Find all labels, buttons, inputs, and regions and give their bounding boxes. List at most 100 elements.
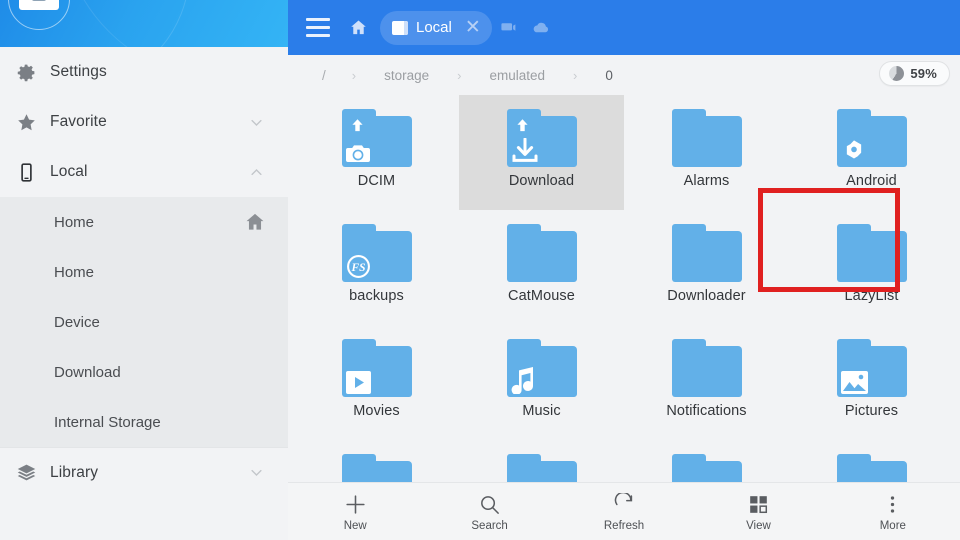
sidebar-item-settings[interactable]: Settings (0, 47, 288, 97)
camera-icon (345, 142, 372, 164)
file-name: Downloader (667, 288, 746, 304)
phone-icon (16, 162, 50, 183)
search-icon (478, 491, 501, 517)
breadcrumb: / › storage › emulated › 0 59% (288, 55, 960, 95)
bottom-label: Search (471, 520, 508, 532)
sidebar-item-local[interactable]: Local (0, 147, 288, 197)
folder-icon (506, 339, 577, 397)
gear-icon (16, 62, 50, 83)
file-name: Pictures (844, 403, 899, 419)
file-item[interactable]: FS backups (294, 210, 459, 325)
file-item[interactable]: CatMouse (459, 210, 624, 325)
refresh-button[interactable]: Refresh (557, 491, 691, 532)
folder-icon (671, 109, 742, 167)
home-icon (244, 211, 266, 233)
breadcrumb-segment[interactable]: / (318, 68, 328, 83)
sidebar-local-children: Home Home Device Download Internal Stora… (0, 197, 288, 447)
pie-chart-icon (889, 66, 905, 81)
grid-view-icon (748, 491, 769, 517)
folder-icon (341, 454, 412, 482)
folder-icon (341, 339, 412, 397)
sidebar-subitem-label: Download (54, 363, 121, 381)
download-icon (511, 138, 539, 164)
folder-icon (506, 224, 577, 282)
folder-icon (671, 454, 742, 482)
refresh-icon (613, 491, 636, 517)
breadcrumb-segment[interactable]: 0 (601, 68, 617, 83)
chevron-down-icon[interactable] (246, 465, 266, 480)
folder-icon (836, 339, 907, 397)
sidebar-item-library[interactable]: Library (0, 447, 288, 497)
file-name: DCIM (357, 173, 396, 189)
plus-icon (343, 491, 368, 517)
image-icon (840, 371, 868, 394)
file-item[interactable]: Music (459, 325, 624, 440)
file-item[interactable]: Movies (294, 325, 459, 440)
network-icon[interactable] (494, 8, 524, 48)
folder-icon (836, 224, 907, 282)
file-item[interactable]: Android (789, 95, 954, 210)
file-name: Download (508, 173, 575, 189)
file-name: Android (846, 173, 897, 189)
sidebar-item-favorite[interactable]: Favorite (0, 97, 288, 147)
cloud-icon[interactable] (526, 8, 556, 48)
file-name: Movies (353, 403, 400, 419)
chevron-down-icon[interactable] (246, 115, 266, 130)
breadcrumb-segment[interactable]: emulated (485, 68, 549, 83)
sidebar-nav: Settings Favorite Local Home Home Device… (0, 47, 288, 540)
sidebar: Settings Favorite Local Home Home Device… (0, 0, 288, 540)
monitor-icon (392, 20, 408, 35)
storage-badge[interactable]: 59% (879, 61, 950, 86)
folder-icon (506, 109, 577, 167)
file-item[interactable]: Downloader (624, 210, 789, 325)
file-item[interactable] (789, 440, 954, 482)
sidebar-subitem-home-active[interactable]: Home (0, 197, 288, 247)
chevron-up-icon[interactable] (246, 165, 266, 180)
tab-label: Local (416, 19, 452, 36)
svg-text:FS: FS (350, 262, 365, 274)
bottom-label: More (879, 520, 906, 532)
sidebar-item-label: Library (50, 463, 99, 481)
file-name: Alarms (683, 173, 730, 189)
file-item[interactable]: Download (459, 95, 624, 210)
folder-icon (671, 224, 742, 282)
file-item[interactable] (459, 440, 624, 482)
sidebar-subitem-download[interactable]: Download (0, 347, 288, 397)
home-icon[interactable] (340, 8, 376, 48)
sidebar-subitem-home[interactable]: Home (0, 247, 288, 297)
file-item[interactable]: DCIM (294, 95, 459, 210)
sidebar-header (0, 0, 288, 47)
sidebar-item-label: Local (50, 163, 88, 180)
new-button[interactable]: New (288, 491, 422, 532)
sidebar-subitem-label: Home (54, 213, 95, 231)
file-item[interactable]: Alarms (624, 95, 789, 210)
search-button[interactable]: Search (422, 491, 556, 532)
file-name: Music (522, 403, 561, 419)
file-item[interactable]: Pictures (789, 325, 954, 440)
file-item[interactable] (624, 440, 789, 482)
chevron-right-icon: › (457, 67, 462, 83)
file-manager-app: Settings Favorite Local Home Home Device… (0, 0, 960, 540)
folder-icon: FS (341, 224, 412, 282)
star-icon (16, 112, 50, 133)
sidebar-subitem-internal-storage[interactable]: Internal Storage (0, 397, 288, 447)
chevron-right-icon: › (351, 67, 357, 83)
close-icon[interactable]: ✕ (460, 15, 486, 41)
hamburger-menu-icon[interactable] (298, 8, 338, 48)
tab-local[interactable]: Local ✕ (380, 10, 492, 45)
more-vertical-icon (882, 491, 903, 517)
top-toolbar: Local ✕ (288, 0, 960, 55)
folder-icon (836, 109, 907, 167)
upload-arrow-icon (514, 118, 531, 135)
bottom-label: View (746, 520, 771, 532)
file-name: LazyList (844, 288, 899, 304)
view-button[interactable]: View (691, 491, 825, 532)
more-button[interactable]: More (826, 491, 960, 532)
breadcrumb-segment[interactable]: storage (380, 68, 433, 83)
sidebar-subitem-device[interactable]: Device (0, 297, 288, 347)
main-panel: Local ✕ / › storage › emulated › 0 59% D… (288, 0, 960, 540)
file-item[interactable]: Notifications (624, 325, 789, 440)
file-item[interactable] (294, 440, 459, 482)
sidebar-item-label: Settings (50, 63, 107, 80)
file-item[interactable]: LazyList (789, 210, 954, 325)
